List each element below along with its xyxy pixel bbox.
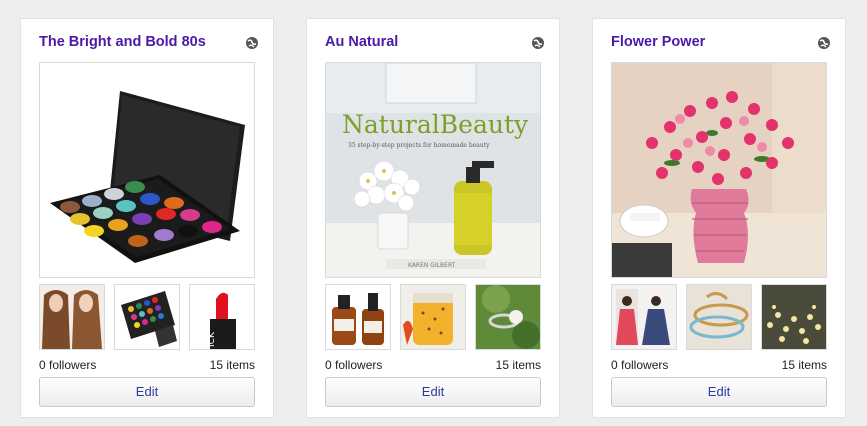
board-card-flower-power[interactable]: Flower Power 0 followers 15 items Edit [592, 18, 846, 418]
board-cover-image[interactable] [39, 62, 255, 278]
followers-count: 0 followers [325, 358, 383, 372]
cover-title-text: NaturalBeauty [342, 110, 529, 139]
board-title[interactable]: Au Natural [325, 34, 398, 50]
board-card-bright-bold-80s[interactable]: The Bright and Bold 80s ICK 0 followers … [20, 18, 274, 418]
board-thumbnail-hair[interactable] [39, 284, 105, 350]
edit-button[interactable]: Edit [325, 377, 541, 407]
share-globe-icon[interactable] [817, 36, 831, 50]
share-globe-icon[interactable] [531, 36, 545, 50]
followers-count: 0 followers [611, 358, 669, 372]
board-title[interactable]: Flower Power [611, 34, 705, 50]
items-count: 15 items [781, 358, 827, 372]
edit-button[interactable]: Edit [611, 377, 827, 407]
board-thumbnail-ring[interactable] [475, 284, 541, 350]
board-card-au-natural[interactable]: Au Natural NaturalBeauty 35 step-by-step… [306, 18, 560, 418]
cover-subtitle-text: 35 step-by-step projects for homemade be… [348, 142, 490, 149]
board-title[interactable]: The Bright and Bold 80s [39, 34, 206, 50]
svg-text:ICK: ICK [207, 331, 217, 347]
board-cover-image[interactable]: NaturalBeauty 35 step-by-step projects f… [325, 62, 541, 278]
board-thumbnail-lipstick[interactable]: ICK [189, 284, 255, 350]
cover-author-text: KAREN GILBERT [408, 262, 456, 269]
board-cover-image[interactable] [611, 62, 827, 278]
board-thumbnail-string-lights[interactable] [761, 284, 827, 350]
share-globe-icon[interactable] [245, 36, 259, 50]
board-thumbnail-bracelets[interactable] [686, 284, 752, 350]
board-thumbnail-jar[interactable] [400, 284, 466, 350]
items-count: 15 items [495, 358, 541, 372]
followers-count: 0 followers [39, 358, 97, 372]
board-thumbnail-palette[interactable] [114, 284, 180, 350]
board-thumbnail-bottles[interactable] [325, 284, 391, 350]
edit-button[interactable]: Edit [39, 377, 255, 407]
board-thumbnail-dresses[interactable] [611, 284, 677, 350]
items-count: 15 items [209, 358, 255, 372]
